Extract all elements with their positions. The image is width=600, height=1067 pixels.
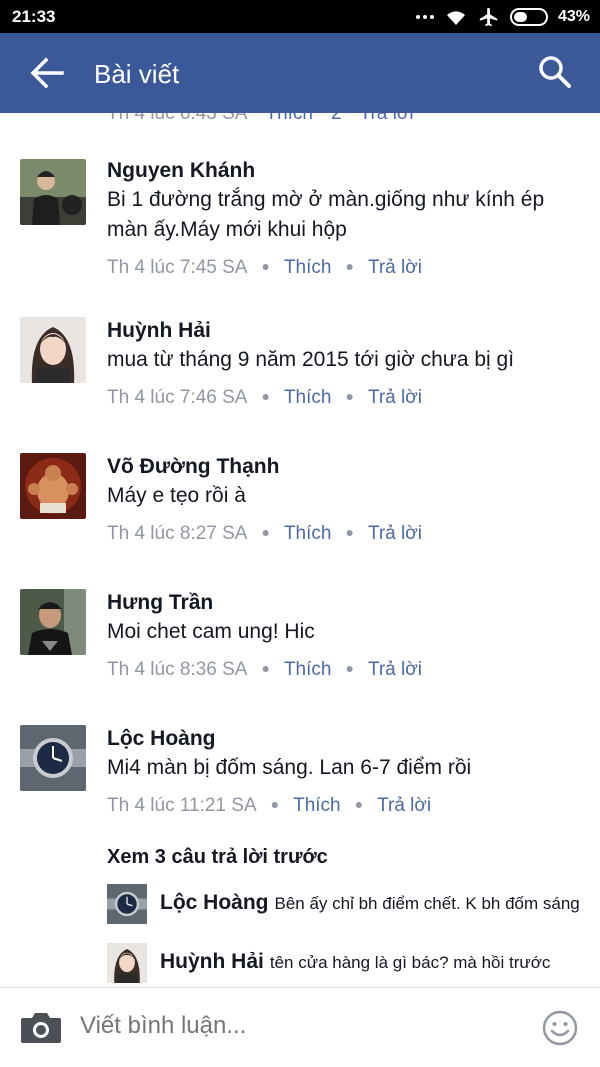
comment-time: Th 4 lúc 6:43 SA: [107, 113, 248, 124]
avatar[interactable]: [20, 317, 86, 383]
comment-body: Hưng Trần Moi chet cam ung! Hic Th 4 lúc…: [107, 589, 580, 683]
avatar[interactable]: [20, 589, 86, 655]
view-previous-replies-link[interactable]: Xem 3 câu trả lời trước: [107, 846, 328, 869]
comment-time: Th 4 lúc 8:27 SA: [107, 523, 248, 544]
like-link[interactable]: Thích: [284, 257, 332, 278]
previous-comment-meta: Th 4 lúc 6:43 SA Thích 2 Trả lời: [107, 113, 414, 125]
app-bar: Bài viết: [0, 33, 600, 113]
page-title: Bài viết: [94, 59, 180, 89]
comment-meta: Th 4 lúc 7:45 SA ● Thích ● Trả lời: [107, 257, 422, 278]
comment-body: Võ Đường Thạnh Máy e tẹo rồi à Th 4 lúc …: [107, 453, 580, 547]
comment-author[interactable]: Nguyen Khánh: [107, 157, 580, 185]
comment-meta: Th 4 lúc 8:36 SA ● Thích ● Trả lời: [107, 659, 422, 680]
comment-text: mua từ tháng 9 năm 2015 tới giờ chưa bị …: [107, 348, 515, 371]
airplane-icon: [479, 7, 498, 27]
like-link[interactable]: Thích: [284, 523, 332, 544]
reply-link[interactable]: Trả lời: [368, 257, 422, 278]
comment-meta: Th 4 lúc 7:46 SA ● Thích ● Trả lời: [107, 387, 422, 408]
comment-text: Moi chet cam ung! Hic: [107, 620, 315, 643]
avatar[interactable]: [107, 884, 147, 924]
comment-body: Lộc Hoàng Mi4 màn bị đốm sáng. Lan 6-7 đ…: [107, 725, 580, 819]
like-link[interactable]: Thích: [265, 113, 313, 125]
back-arrow-icon[interactable]: [30, 57, 64, 89]
emoji-icon[interactable]: [542, 1010, 578, 1046]
reply-author[interactable]: Huỳnh Hải: [160, 950, 264, 973]
reply-link[interactable]: Trả lời: [360, 113, 414, 125]
status-bar: 21:33 43%: [0, 0, 600, 33]
comment-text: Máy e tẹo rồi à: [107, 484, 246, 507]
reply-item[interactable]: Huỳnh Hải tên cửa hàng là gì bác? mà hồi …: [107, 943, 582, 985]
avatar[interactable]: [20, 725, 86, 791]
comment-time: Th 4 lúc 8:36 SA: [107, 659, 248, 680]
avatar[interactable]: [107, 943, 147, 983]
battery-icon: [509, 8, 548, 26]
comment-input[interactable]: [80, 1012, 390, 1040]
comment-time: Th 4 lúc 7:46 SA: [107, 387, 248, 408]
comment-time: Th 4 lúc 11:21 SA: [107, 795, 257, 816]
battery-percent: 43%: [557, 8, 590, 25]
comment-author[interactable]: Huỳnh Hải: [107, 317, 580, 345]
camera-icon[interactable]: [20, 1010, 62, 1044]
like-link[interactable]: Thích: [284, 659, 332, 680]
comment-composer: [0, 987, 600, 1067]
reply-item[interactable]: Lộc Hoàng Bên ấy chỉ bh điểm chết. K bh đ…: [107, 884, 582, 926]
status-time: 21:33: [12, 7, 56, 26]
reply-link[interactable]: Trả lời: [377, 795, 431, 816]
comment-body: Nguyen Khánh Bi 1 đường trắng mờ ở màn.g…: [107, 157, 580, 281]
comment-body: Huỳnh Hải mua từ tháng 9 năm 2015 tới gi…: [107, 317, 580, 411]
more-dots-icon: [415, 15, 434, 19]
avatar[interactable]: [20, 453, 86, 519]
comments-feed[interactable]: Th 4 lúc 6:43 SA Thích 2 Trả lời Nguyen …: [0, 113, 600, 987]
reply-text-line: Lộc Hoàng Bên ấy chỉ bh điểm chết. K bh đ…: [160, 891, 582, 915]
avatar[interactable]: [20, 159, 86, 225]
reply-link[interactable]: Trả lời: [368, 659, 422, 680]
comment-meta: Th 4 lúc 8:27 SA ● Thích ● Trả lời: [107, 523, 422, 544]
like-link[interactable]: Thích: [284, 387, 332, 408]
reply-author[interactable]: Lộc Hoàng: [160, 891, 269, 914]
like-count: 2: [331, 113, 342, 124]
reply-text: tên cửa hàng là gì bác? mà hồi trước: [269, 953, 551, 972]
comment-author[interactable]: Hưng Trần: [107, 589, 580, 617]
comment-time: Th 4 lúc 7:45 SA: [107, 257, 248, 278]
reply-link[interactable]: Trả lời: [368, 523, 422, 544]
reply-text: Bên ấy chỉ bh điểm chết. K bh đốm sáng: [274, 894, 580, 913]
comment-text: Bi 1 đường trắng mờ ở màn.giống như kính…: [107, 188, 545, 241]
wifi-icon: [446, 11, 465, 25]
comment-author[interactable]: Võ Đường Thạnh: [107, 453, 580, 481]
reply-link[interactable]: Trả lời: [368, 387, 422, 408]
search-icon[interactable]: [538, 55, 572, 89]
comment-text: Mi4 màn bị đốm sáng. Lan 6-7 điểm rồi: [107, 756, 472, 779]
comment-meta: Th 4 lúc 11:21 SA ● Thích ● Trả lời: [107, 795, 432, 816]
comment-author[interactable]: Lộc Hoàng: [107, 725, 580, 753]
reply-text-line: Huỳnh Hải tên cửa hàng là gì bác? mà hồi …: [160, 950, 582, 974]
like-link[interactable]: Thích: [293, 795, 341, 816]
